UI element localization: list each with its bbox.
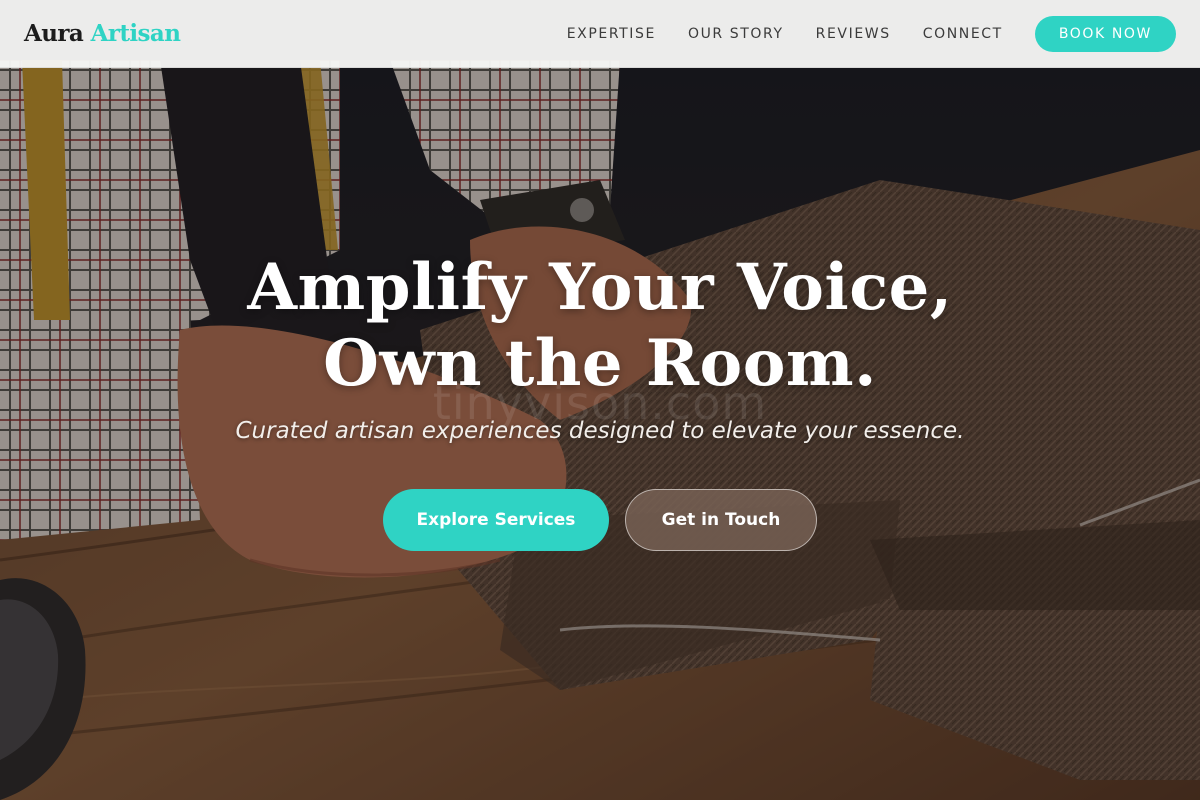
get-in-touch-button[interactable]: Get in Touch — [625, 489, 817, 551]
nav-link-connect[interactable]: CONNECT — [923, 26, 1003, 42]
nav-link-our-story[interactable]: OUR STORY — [688, 26, 784, 42]
nav-menu: EXPERTISE OUR STORY REVIEWS CONNECT BOOK… — [567, 0, 1176, 68]
nav-link-expertise[interactable]: EXPERTISE — [567, 26, 656, 42]
hero-section: Amplify Your Voice, Own the Room. tinyvi… — [0, 0, 1200, 800]
hero-headline-line1: Amplify Your Voice, — [247, 250, 953, 325]
brand-logo[interactable]: Aura Artisan — [24, 18, 181, 50]
brand-name-part2: Artisan — [90, 20, 181, 47]
landing-page: Aura Artisan EXPERTISE OUR STORY REVIEWS… — [0, 0, 1200, 800]
navbar: Aura Artisan EXPERTISE OUR STORY REVIEWS… — [0, 0, 1200, 68]
hero-subtitle: Curated artisan experiences designed to … — [235, 418, 965, 444]
hero-cta-group: Explore Services Get in Touch — [0, 489, 1200, 551]
book-now-button[interactable]: BOOK NOW — [1034, 16, 1176, 52]
brand-name-part1: Aura — [24, 20, 84, 47]
nav-link-reviews[interactable]: REVIEWS — [816, 26, 891, 42]
explore-services-button[interactable]: Explore Services — [383, 489, 609, 551]
